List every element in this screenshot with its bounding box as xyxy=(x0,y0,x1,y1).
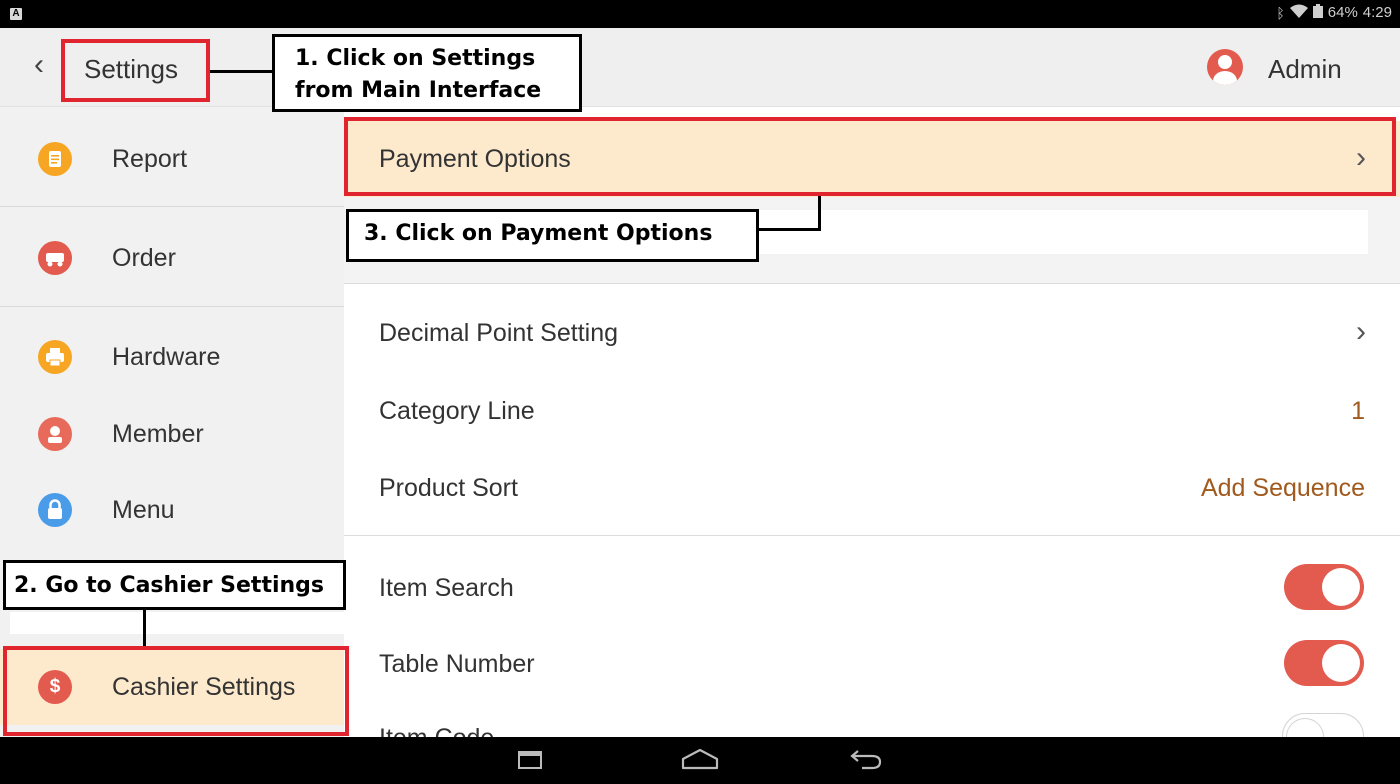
back-chevron-icon[interactable]: ‹ xyxy=(34,50,44,80)
add-sequence-link[interactable]: Add Sequence xyxy=(1201,474,1365,503)
product-sort-row[interactable]: Product Sort Add Sequence xyxy=(344,452,1400,522)
sidebar-item-member[interactable]: Member xyxy=(0,396,344,472)
order-icon xyxy=(38,241,72,275)
sidebar-item-label: Order xyxy=(112,244,176,272)
annotation-step-1-line-1: 1. Click on Settings xyxy=(295,46,536,71)
annotation-step-3: 3. Click on Payment Options xyxy=(346,209,759,262)
sidebar-item-label: Member xyxy=(112,420,204,448)
gap-white-strip xyxy=(754,210,1368,254)
user-name[interactable]: Admin xyxy=(1268,54,1342,85)
sidebar-spacer xyxy=(10,612,344,634)
item-search-row: Item Search xyxy=(344,552,1400,622)
category-line-label: Category Line xyxy=(379,397,535,425)
recent-apps-icon[interactable] xyxy=(518,751,542,769)
sidebar-divider xyxy=(0,206,344,207)
sidebar-item-label: Report xyxy=(112,145,188,173)
sidebar-divider xyxy=(0,306,344,307)
notification-icon: A xyxy=(10,8,22,20)
sidebar-item-menu[interactable]: Menu xyxy=(0,472,344,548)
status-bar: A ᛒ 64% 4:29 xyxy=(0,0,1400,28)
sidebar-item-label: Menu xyxy=(112,496,175,524)
settings-panel: Payment Options › Decimal Point Setting … xyxy=(344,107,1400,761)
wifi-icon xyxy=(1289,4,1308,21)
category-line-value: 1 xyxy=(1351,397,1365,425)
sidebar-item-hardware[interactable]: Hardware xyxy=(0,319,344,395)
status-right: ᛒ 64% 4:29 xyxy=(1276,4,1392,21)
annotation-connector xyxy=(143,610,146,647)
table-number-row: Table Number xyxy=(344,628,1400,698)
category-line-row[interactable]: Category Line 1 xyxy=(344,375,1400,445)
home-icon[interactable] xyxy=(680,747,720,776)
table-number-toggle[interactable] xyxy=(1284,640,1364,686)
user-avatar-icon[interactable] xyxy=(1207,49,1243,85)
sidebar-item-label: Hardware xyxy=(112,343,221,371)
lock-icon xyxy=(38,493,72,527)
printer-icon xyxy=(38,340,72,374)
chevron-right-icon: › xyxy=(1356,315,1366,348)
item-search-toggle[interactable] xyxy=(1284,564,1364,610)
battery-icon xyxy=(1312,4,1323,21)
annotation-step-2: 2. Go to Cashier Settings xyxy=(3,560,346,610)
bluetooth-icon: ᛒ xyxy=(1276,4,1285,21)
annotation-connector xyxy=(818,196,821,231)
status-time: 4:29 xyxy=(1362,4,1392,21)
annotation-connector xyxy=(210,70,274,73)
decimal-point-row[interactable]: Decimal Point Setting › xyxy=(344,297,1400,367)
product-sort-label: Product Sort xyxy=(379,474,518,502)
sidebar: Report Order Hardware Member Menu $ Cash… xyxy=(0,107,344,737)
battery-level: 64% xyxy=(1327,4,1358,21)
app-header: ‹ Settings Admin xyxy=(0,28,1400,107)
item-search-label: Item Search xyxy=(379,574,514,602)
sidebar-item-report[interactable]: Report xyxy=(0,121,344,197)
section-divider xyxy=(344,283,1400,284)
annotation-highlight-settings xyxy=(61,39,210,102)
android-nav-bar xyxy=(0,737,1400,784)
annotation-step-1: 1. Click on Settings from Main Interface xyxy=(272,34,582,112)
annotation-connector xyxy=(756,228,821,231)
annotation-highlight-payment-options xyxy=(344,117,1396,196)
decimal-point-label: Decimal Point Setting xyxy=(379,319,619,347)
section-divider xyxy=(344,535,1400,536)
annotation-step-1-line-2: from Main Interface xyxy=(295,78,542,103)
member-icon xyxy=(38,417,72,451)
annotation-highlight-cashier-settings xyxy=(3,646,349,736)
table-number-label: Table Number xyxy=(379,650,535,678)
back-icon[interactable] xyxy=(848,745,884,778)
sidebar-item-order[interactable]: Order xyxy=(0,220,344,296)
report-icon xyxy=(38,142,72,176)
